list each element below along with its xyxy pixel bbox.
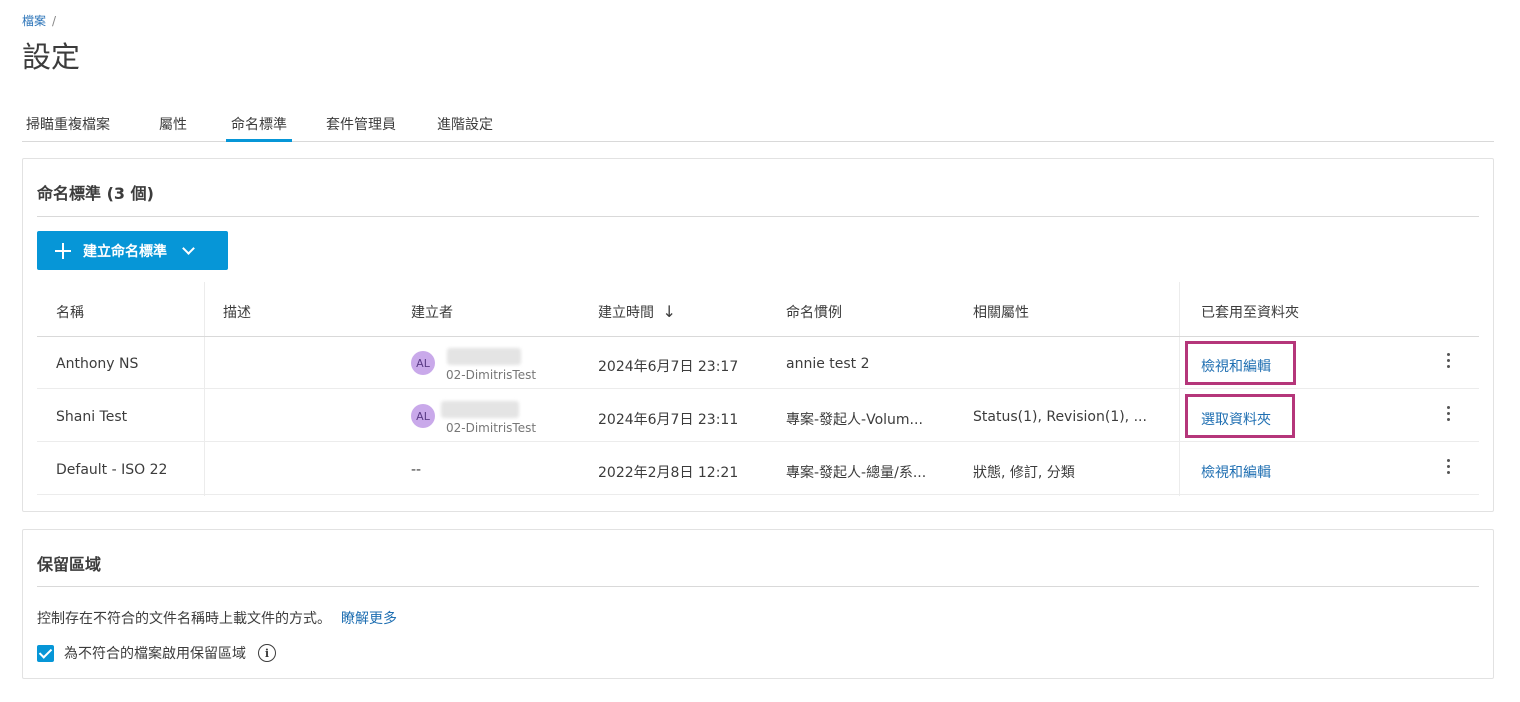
plus-icon (55, 242, 71, 259)
creator-name-redacted (447, 348, 521, 365)
row-convention: 專案-發起人-Volum... (786, 412, 923, 428)
row-created: 2024年6月7日 23:11 (598, 412, 739, 428)
column-header-attributes[interactable]: 相關屬性 (973, 302, 1029, 322)
row-attributes: Status(1), Revision(1), ... (973, 409, 1147, 425)
naming-standards-title: 命名標準 (3 個) (37, 184, 154, 203)
hold-area-checkbox-row: 為不符合的檔案啟用保留區域 i (37, 643, 276, 663)
table-row[interactable]: Anthony NS AL 02-DimitrisTest 2024年6月7日 … (37, 337, 1479, 389)
highlight-box (1185, 394, 1295, 438)
info-icon[interactable]: i (258, 644, 276, 662)
more-options-icon[interactable] (1446, 353, 1450, 371)
creator-name-redacted (441, 401, 519, 418)
hold-area-description: 控制存在不符合的文件名稱時上載文件的方式。 瞭解更多 (37, 608, 397, 628)
row-name: Default - ISO 22 (56, 462, 168, 478)
breadcrumb-root-link[interactable]: 檔案 (22, 14, 46, 28)
more-options-icon[interactable] (1446, 459, 1450, 477)
tab-scan-duplicates[interactable]: 掃瞄重複檔案 (26, 114, 110, 142)
tab-naming-standards[interactable]: 命名標準 (226, 114, 292, 142)
naming-standards-table: 名稱 描述 建立者 建立時間 ↓ 命名慣例 相關屬性 已套用至資料夾 Antho… (37, 282, 1479, 496)
highlight-box (1185, 341, 1296, 385)
column-header-convention[interactable]: 命名慣例 (786, 302, 842, 322)
column-header-created-label: 建立時間 (598, 305, 654, 321)
hold-description-text: 控制存在不符合的文件名稱時上載文件的方式。 (37, 611, 331, 627)
tab-attributes[interactable]: 屬性 (159, 114, 187, 142)
page-title: 設定 (22, 40, 81, 74)
tab-package-manager[interactable]: 套件管理員 (326, 114, 396, 142)
enable-hold-area-checkbox[interactable] (37, 644, 54, 662)
more-options-icon[interactable] (1446, 406, 1450, 424)
hold-area-card: 保留區域 控制存在不符合的文件名稱時上載文件的方式。 瞭解更多 為不符合的檔案啟用… (22, 529, 1494, 679)
create-button-label: 建立命名標準 (83, 242, 167, 259)
row-convention: 專案-發起人-總量/系... (786, 465, 927, 481)
settings-tabs: 掃瞄重複檔案 屬性 命名標準 套件管理員 進階設定 (22, 104, 1494, 142)
avatar: AL (411, 351, 435, 375)
row-created: 2022年2月8日 12:21 (598, 465, 739, 481)
row-name: Anthony NS (56, 356, 139, 372)
divider (37, 216, 1479, 217)
checkbox-label: 為不符合的檔案啟用保留區域 (64, 646, 246, 662)
divider (37, 586, 1479, 587)
column-header-applied-folders[interactable]: 已套用至資料夾 (1201, 302, 1299, 322)
row-creator: -- (411, 462, 422, 478)
column-header-description[interactable]: 描述 (223, 302, 251, 322)
creator-subtitle: 02-DimitrisTest (446, 421, 537, 435)
row-name: Shani Test (56, 409, 128, 425)
tab-advanced-settings[interactable]: 進階設定 (437, 114, 493, 142)
arrow-down-icon: ↓ (662, 302, 676, 321)
row-convention: annie test 2 (786, 356, 870, 372)
hold-area-title: 保留區域 (37, 555, 102, 574)
column-header-creator[interactable]: 建立者 (411, 302, 453, 322)
naming-standards-card: 命名標準 (3 個) 建立命名標準 名稱 描述 建立者 建立時間 ↓ 命名慣例 … (22, 158, 1494, 512)
breadcrumb-separator: / (52, 14, 57, 28)
view-edit-link[interactable]: 檢視和編輯 (1201, 462, 1271, 482)
creator-subtitle: 02-DimitrisTest (446, 368, 537, 382)
table-row[interactable]: Shani Test AL 02-DimitrisTest 2024年6月7日 … (37, 390, 1479, 442)
row-created: 2024年6月7日 23:17 (598, 359, 739, 375)
breadcrumb: 檔案 / (22, 12, 56, 29)
chevron-down-icon (182, 241, 195, 255)
avatar: AL (411, 404, 435, 428)
row-attributes: 狀態, 修訂, 分類 (973, 465, 1075, 481)
column-header-name[interactable]: 名稱 (56, 302, 84, 322)
column-header-created[interactable]: 建立時間 ↓ (598, 302, 676, 322)
learn-more-link[interactable]: 瞭解更多 (341, 611, 397, 627)
create-naming-standard-button[interactable]: 建立命名標準 (37, 231, 228, 270)
table-row[interactable]: Default - ISO 22 -- 2022年2月8日 12:21 專案-發… (37, 443, 1479, 495)
